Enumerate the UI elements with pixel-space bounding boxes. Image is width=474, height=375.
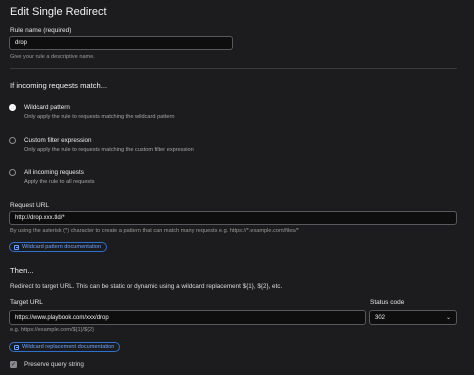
- radio-custom-filter-desc: Only apply the rule to requests matching…: [24, 147, 194, 153]
- target-url-input[interactable]: https://www.playbook.com/xxx/drop: [9, 310, 366, 325]
- page-title: Edit Single Redirect: [10, 6, 107, 18]
- wildcard-pattern-doc-link-label: Wildcard pattern documentation: [22, 244, 101, 250]
- rule-name-label: Rule name (required): [10, 27, 72, 34]
- target-url-label: Target URL: [10, 299, 43, 306]
- wildcard-replacement-doc-link[interactable]: Wildcard replacement documentation: [9, 342, 121, 352]
- status-code-select[interactable]: 302 ⌄: [369, 310, 457, 325]
- radio-custom-filter-label[interactable]: Custom filter expression: [24, 137, 92, 144]
- rule-name-input[interactable]: drop: [9, 36, 233, 50]
- preserve-query-label[interactable]: Preserve query string: [24, 361, 84, 368]
- radio-all-requests-label[interactable]: All incoming requests: [24, 169, 84, 176]
- radio-wildcard-label[interactable]: Wildcard pattern: [24, 104, 70, 111]
- preserve-query-checkbox[interactable]: ✓: [10, 361, 17, 368]
- request-url-hint: By using the asterisk (*) character to c…: [10, 228, 299, 234]
- then-heading: Then...: [10, 266, 34, 275]
- status-code-value: 302: [375, 314, 386, 321]
- radio-wildcard-indicator[interactable]: [9, 104, 16, 111]
- wildcard-replacement-doc-link-label: Wildcard replacement documentation: [22, 344, 115, 350]
- status-code-label: Status code: [370, 299, 405, 306]
- rule-name-hint: Give your rule a descriptive name.: [10, 54, 95, 60]
- target-url-hint: e.g. https://example.com/${1}/${2}: [10, 327, 94, 333]
- then-description: Redirect to target URL. This can be stat…: [10, 283, 283, 290]
- match-heading: If incoming requests match...: [10, 81, 108, 90]
- document-icon: [14, 244, 19, 250]
- chevron-down-icon: ⌄: [445, 315, 451, 321]
- checkmark-icon: ✓: [10, 361, 17, 368]
- request-url-input[interactable]: http://drop.xxx.tld/*: [9, 211, 457, 225]
- wildcard-pattern-doc-link[interactable]: Wildcard pattern documentation: [9, 242, 107, 252]
- document-icon: [14, 344, 19, 350]
- divider: [10, 68, 457, 69]
- radio-custom-filter[interactable]: [9, 137, 16, 144]
- radio-all-requests-desc: Apply the rule to all requests: [24, 179, 95, 185]
- radio-all-requests[interactable]: [9, 169, 16, 176]
- radio-wildcard-desc: Only apply the rule to requests matching…: [24, 114, 175, 120]
- radio-wildcard[interactable]: [9, 104, 16, 111]
- request-url-label: Request URL: [10, 202, 50, 209]
